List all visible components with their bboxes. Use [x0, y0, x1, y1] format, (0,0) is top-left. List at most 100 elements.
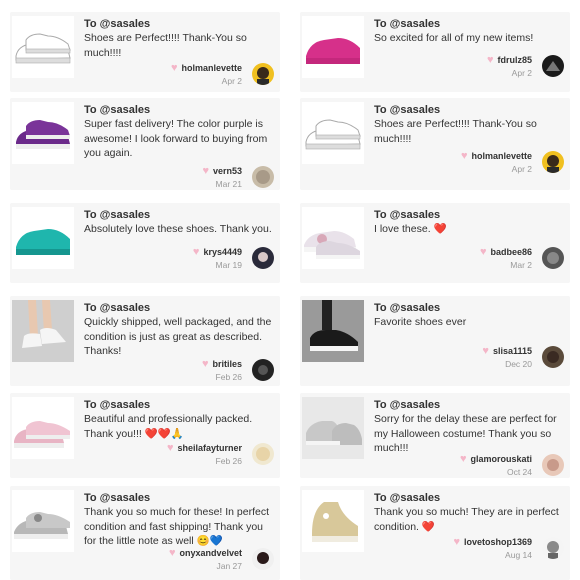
- review-message: Favorite shoes ever: [374, 316, 467, 328]
- avatar[interactable]: [542, 346, 564, 368]
- product-thumbnail[interactable]: [302, 207, 364, 269]
- review-date: Apr 2: [511, 164, 532, 174]
- reviewer[interactable]: ♥ vern53: [202, 165, 242, 176]
- heart-icon: ♥: [479, 245, 487, 258]
- avatar[interactable]: [542, 247, 564, 269]
- sneaker-icon: [304, 231, 360, 259]
- review-date: Mar 19: [215, 260, 242, 270]
- review-card[interactable]: To @sasales Absolutely love these shoes.…: [10, 203, 280, 283]
- avatar[interactable]: [252, 63, 274, 85]
- review-message: Thank you so much for these! In perfect …: [84, 506, 270, 547]
- recipient-label: To @sasales: [374, 302, 441, 314]
- reviewer[interactable]: ♥ holmanlevette: [170, 61, 242, 74]
- recipient-label: To @sasales: [84, 302, 151, 314]
- product-thumbnail[interactable]: [302, 300, 364, 362]
- reviewer[interactable]: ♥ krys4449: [192, 245, 242, 258]
- sneaker-icon: [302, 300, 364, 362]
- reviewer[interactable]: ♥ fdrulz85: [487, 54, 532, 65]
- heart-icon: ♥: [460, 149, 468, 162]
- product-thumbnail[interactable]: [302, 16, 364, 78]
- review-date: Apr 2: [221, 76, 242, 86]
- reviewer-username: holmanlevette: [471, 151, 532, 161]
- review-date: Mar 21: [215, 179, 242, 189]
- review-message: Quickly shipped, well packaged, and the …: [84, 316, 272, 357]
- heart-icon: ♥: [201, 357, 209, 370]
- review-card[interactable]: To @sasales Sorry for the delay these ar…: [300, 393, 570, 478]
- review-card[interactable]: To @sasales Super fast delivery! The col…: [10, 98, 280, 190]
- reviewer-username: fdrulz85: [497, 55, 532, 65]
- sneaker-icon: [16, 120, 70, 149]
- recipient-label: To @sasales: [374, 399, 441, 411]
- product-thumbnail[interactable]: [302, 397, 364, 459]
- heart-icon: ♥: [453, 535, 460, 548]
- heart-icon: ♥: [170, 61, 178, 74]
- reviewer[interactable]: ♥ onyxandvelvet: [168, 546, 242, 559]
- review-message: Super fast delivery! The color purple is…: [84, 118, 268, 159]
- reviewer[interactable]: ♥ sheilafayturner: [167, 442, 242, 453]
- reviewer-username: sheilafayturner: [177, 443, 242, 453]
- recipient-label: To @sasales: [374, 492, 441, 504]
- review-card[interactable]: To @sasales So excited for all of my new…: [300, 12, 570, 92]
- reviewer[interactable]: ♥ slisa1115: [482, 345, 532, 356]
- heart-icon: ♥: [168, 546, 176, 559]
- review-date: Feb 26: [215, 372, 242, 382]
- sneaker-icon: [15, 33, 71, 64]
- review-message: Shoes are Perfect!!!! Thank-You so much!…: [374, 118, 537, 145]
- avatar[interactable]: [252, 443, 274, 465]
- review-card[interactable]: To @sasales Favorite shoes ever ♥ slisa1…: [300, 296, 570, 386]
- recipient-label: To @sasales: [374, 104, 441, 116]
- avatar[interactable]: [252, 166, 274, 188]
- reviewer[interactable]: ♥ glamorouskati: [460, 453, 532, 464]
- product-thumbnail[interactable]: [12, 397, 74, 459]
- sneaker-icon: [306, 38, 360, 64]
- reviewer[interactable]: ♥ britiles: [201, 357, 242, 370]
- reviewer-username: vern53: [212, 166, 242, 176]
- review-card[interactable]: To @sasales I love these. ❤️ ♥ badbee86 …: [300, 203, 570, 283]
- review-message: Beautiful and professionally packed. Tha…: [84, 413, 253, 440]
- avatar[interactable]: [252, 247, 274, 269]
- recipient-label: To @sasales: [84, 492, 151, 504]
- review-date: Aug 14: [505, 550, 532, 560]
- product-thumbnail[interactable]: [302, 490, 364, 552]
- sneaker-icon: [16, 229, 70, 255]
- product-thumbnail[interactable]: [12, 207, 74, 269]
- review-card[interactable]: To @sasales Shoes are Perfect!!!! Thank-…: [10, 12, 280, 92]
- avatar[interactable]: [252, 359, 274, 381]
- avatar[interactable]: [252, 548, 274, 570]
- reviewer[interactable]: ♥ holmanlevette: [460, 149, 532, 162]
- product-thumbnail[interactable]: [12, 300, 74, 362]
- recipient-label: To @sasales: [84, 399, 151, 411]
- sneaker-icon: [14, 512, 70, 539]
- sneaker-icon: [305, 119, 361, 150]
- avatar[interactable]: [542, 55, 564, 77]
- reviewer-username: slisa1115: [492, 346, 532, 356]
- review-card[interactable]: To @sasales Thank you so much for these!…: [10, 486, 280, 580]
- heart-icon: ♥: [192, 245, 200, 258]
- review-message: Shoes are Perfect!!!! Thank-You so much!…: [84, 32, 247, 59]
- product-thumbnail[interactable]: [12, 102, 74, 164]
- sneaker-icon: [14, 421, 70, 448]
- review-message: Absolutely love these shoes. Thank you.: [84, 223, 272, 235]
- product-thumbnail[interactable]: [12, 490, 74, 552]
- review-card[interactable]: To @sasales Beautiful and professionally…: [10, 393, 280, 478]
- review-date: Jan 27: [216, 561, 242, 571]
- recipient-label: To @sasales: [84, 209, 151, 221]
- review-message: I love these. ❤️: [374, 223, 447, 235]
- review-message: Sorry for the delay these are perfect fo…: [374, 413, 557, 454]
- review-message: Thank you so much! They are in perfect c…: [374, 506, 559, 533]
- reviewer[interactable]: ♥ lovetoshop1369: [453, 535, 532, 548]
- reviewer[interactable]: ♥ badbee86: [479, 245, 532, 258]
- recipient-label: To @sasales: [374, 18, 441, 30]
- avatar[interactable]: [542, 151, 564, 173]
- review-card[interactable]: To @sasales Thank you so much! They are …: [300, 486, 570, 580]
- reviewer-username: britiles: [212, 359, 242, 369]
- product-thumbnail[interactable]: [12, 16, 74, 78]
- review-date: Mar 2: [510, 260, 532, 270]
- sneaker-icon: [12, 300, 74, 362]
- recipient-label: To @sasales: [84, 18, 151, 30]
- review-card[interactable]: To @sasales Shoes are Perfect!!!! Thank-…: [300, 98, 570, 190]
- avatar[interactable]: [542, 537, 564, 559]
- avatar[interactable]: [542, 454, 564, 476]
- product-thumbnail[interactable]: [302, 102, 364, 164]
- review-card[interactable]: To @sasales Quickly shipped, well packag…: [10, 296, 280, 386]
